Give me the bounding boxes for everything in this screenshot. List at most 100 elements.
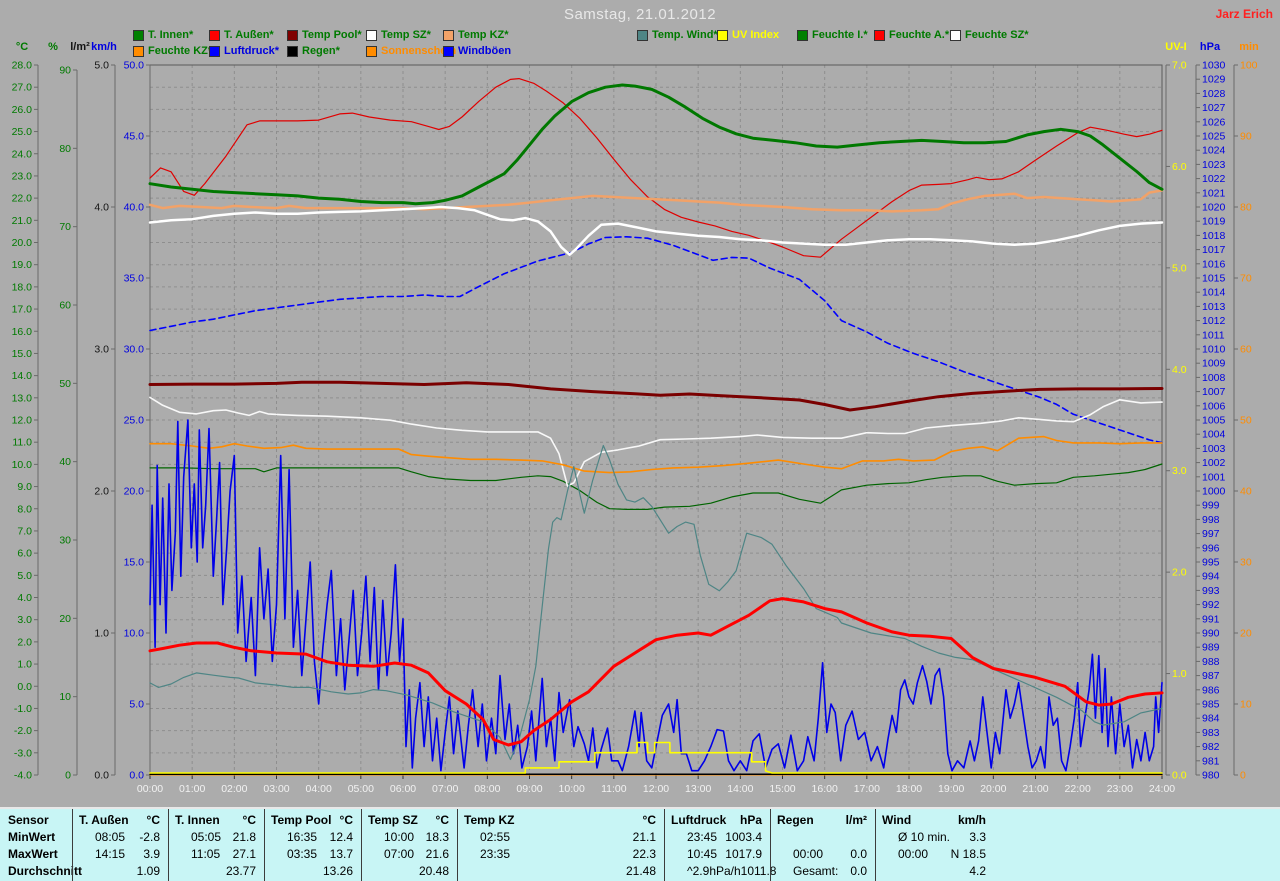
stat-time: 14:15 bbox=[95, 847, 125, 861]
axis-tick-label: 7.0 bbox=[1172, 60, 1187, 72]
series-temp_pool bbox=[150, 382, 1162, 410]
x-tick-label: 18:00 bbox=[896, 783, 922, 795]
x-tick-label: 20:00 bbox=[980, 783, 1006, 795]
axis-tick-label: 0 bbox=[65, 770, 71, 782]
axis-tick-label: 1.0 bbox=[17, 659, 32, 671]
axis-tick-label: 60 bbox=[1240, 344, 1252, 356]
x-tick-label: 08:00 bbox=[474, 783, 500, 795]
axis-tick-label: 4.0 bbox=[17, 592, 32, 604]
axis-tick-label: 1003 bbox=[1202, 443, 1226, 455]
axis-tick-label: 21.0 bbox=[12, 215, 33, 227]
stat-value: 13.26 bbox=[323, 864, 353, 878]
x-tick-label: 06:00 bbox=[390, 783, 416, 795]
axis-tick-label: 10.0 bbox=[12, 459, 33, 471]
axis-tick-label: 4.0 bbox=[1172, 364, 1187, 376]
stats-col-wind: Windkm/hØ 10 min.3.300:00N 18.54.2 bbox=[875, 809, 1280, 881]
stats-row-header: Durchschnitt bbox=[0, 862, 72, 879]
axis-tick-label: 9.0 bbox=[17, 481, 32, 493]
axis-tick-label: 11.0 bbox=[12, 437, 32, 449]
axis-tick-label: 28.0 bbox=[12, 60, 33, 72]
sensor-unit: °C bbox=[436, 813, 449, 827]
stats-row-header: Sensor bbox=[0, 811, 72, 828]
axis-tick-label: 997 bbox=[1202, 528, 1220, 540]
series-luftdruck bbox=[150, 237, 1162, 443]
sensor-unit: km/h bbox=[958, 813, 986, 827]
stat-value: 21.6 bbox=[426, 847, 449, 861]
stat-value: 27.1 bbox=[233, 847, 256, 861]
stats-col-temp-pool: Temp Pool°C16:3512.403:3513.713.26 bbox=[264, 809, 361, 881]
stat-value: 3.3 bbox=[969, 830, 986, 844]
stat-time: 23:35 bbox=[480, 847, 510, 861]
axis-tick-label: 989 bbox=[1202, 642, 1220, 654]
sensor-unit: °C bbox=[147, 813, 160, 827]
stats-row-header: MaxWert bbox=[0, 845, 72, 862]
sensor-unit: hPa bbox=[740, 813, 762, 827]
axis-unit-uvi: UV-I bbox=[1165, 41, 1186, 53]
stat-time: 02:55 bbox=[480, 830, 510, 844]
weather-station-window: Samstag, 21.01.2012 Jarz Erich T. Innen*… bbox=[0, 0, 1280, 881]
axis-tick-label: 90 bbox=[59, 65, 71, 77]
stat-value: 1003.4 bbox=[725, 830, 762, 844]
stat-time: 03:35 bbox=[287, 847, 317, 861]
axis-tick-label: 981 bbox=[1202, 755, 1220, 767]
stat-value: 21.1 bbox=[633, 830, 656, 844]
axis-tick-label: 60 bbox=[59, 300, 71, 312]
axis-tick-label: 1015 bbox=[1202, 273, 1226, 285]
axis-tick-label: 987 bbox=[1202, 670, 1220, 682]
axis-unit-hpa: hPa bbox=[1200, 41, 1221, 53]
sensor-name: Luftdruck bbox=[671, 813, 726, 827]
axis-tick-label: 25.0 bbox=[12, 126, 33, 138]
axis-tick-label: 996 bbox=[1202, 542, 1220, 554]
axis-tick-label: 998 bbox=[1202, 514, 1220, 526]
stats-col-luftdruck: LuftdruckhPa23:451003.410:451017.9^2.9hP… bbox=[664, 809, 770, 881]
axis-tick-label: -4.0 bbox=[14, 770, 32, 782]
stat-value: 21.48 bbox=[626, 864, 656, 878]
axis-tick-label: 4.0 bbox=[94, 202, 109, 214]
stats-col-temp-sz: Temp SZ°C10:0018.307:0021.620.48 bbox=[361, 809, 457, 881]
axis-tick-label: 40 bbox=[1240, 486, 1252, 498]
axis-tick-label: 7.0 bbox=[17, 525, 32, 537]
x-tick-label: 02:00 bbox=[221, 783, 247, 795]
axis-tick-label: 1023 bbox=[1202, 159, 1226, 171]
axis-tick-label: 0 bbox=[1240, 770, 1246, 782]
x-tick-label: 21:00 bbox=[1022, 783, 1048, 795]
sensor-name: Wind bbox=[882, 813, 911, 827]
axis-tick-label: 1013 bbox=[1202, 301, 1226, 313]
axis-unit-pct: % bbox=[48, 41, 58, 53]
axis-tick-label: 984 bbox=[1202, 713, 1220, 725]
x-tick-label: 23:00 bbox=[1107, 783, 1133, 795]
sensor-unit: l/m² bbox=[846, 813, 867, 827]
axis-tick-label: 1006 bbox=[1202, 400, 1226, 412]
axis-tick-label: 3.0 bbox=[17, 614, 32, 626]
axis-tick-label: 985 bbox=[1202, 699, 1220, 711]
x-tick-label: 01:00 bbox=[179, 783, 205, 795]
stat-time: 16:35 bbox=[287, 830, 317, 844]
x-tick-label: 13:00 bbox=[685, 783, 711, 795]
axis-tick-label: 0.0 bbox=[17, 681, 32, 693]
axis-tick-label: 25.0 bbox=[124, 415, 145, 427]
axis-tick-label: 30 bbox=[1240, 557, 1252, 569]
axis-tick-label: 20 bbox=[1240, 628, 1252, 640]
x-tick-label: 00:00 bbox=[137, 783, 163, 795]
axis-tick-label: 2.0 bbox=[94, 486, 109, 498]
weather-chart: -4.0-3.0-2.0-1.00.01.02.03.04.05.06.07.0… bbox=[0, 0, 1280, 805]
sensor-name: Temp Pool bbox=[271, 813, 331, 827]
axis-tick-label: 10 bbox=[59, 691, 71, 703]
axis-tick-label: 1027 bbox=[1202, 102, 1226, 114]
axis-tick-label: 26.0 bbox=[12, 104, 33, 116]
stat-time: 05:05 bbox=[191, 830, 221, 844]
stat-value: 0.0 bbox=[850, 847, 867, 861]
axis-tick-label: 40 bbox=[59, 456, 71, 468]
stat-value: 21.8 bbox=[233, 830, 256, 844]
axis-tick-label: 80 bbox=[59, 143, 71, 155]
x-tick-label: 05:00 bbox=[348, 783, 374, 795]
stats-row-header: MinWert bbox=[0, 828, 72, 845]
stat-time: 10:00 bbox=[384, 830, 414, 844]
axis-tick-label: 1014 bbox=[1202, 287, 1226, 299]
axis-tick-label: 24.0 bbox=[12, 148, 33, 160]
axis-tick-label: 6.0 bbox=[1172, 161, 1187, 173]
stat-time: 00:00 bbox=[898, 847, 928, 861]
stats-col-t-innen: T. Innen°C05:0521.811:0527.123.77 bbox=[168, 809, 264, 881]
sensor-name: T. Innen bbox=[175, 813, 220, 827]
stat-time: Ø 10 min. bbox=[898, 830, 950, 844]
